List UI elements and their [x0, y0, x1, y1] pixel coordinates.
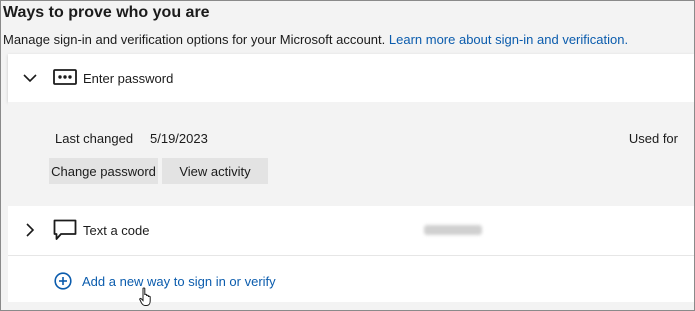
redacted-phone-number — [424, 225, 482, 235]
chevron-down-icon[interactable] — [23, 71, 37, 85]
hand-pointer-cursor-icon — [139, 287, 151, 306]
method-label-password: Enter password — [83, 71, 174, 86]
plus-circle-icon[interactable] — [54, 272, 72, 290]
view-activity-button[interactable]: View activity — [162, 158, 268, 184]
learn-more-link[interactable]: Learn more about sign-in and verificatio… — [389, 32, 628, 47]
page-title: Ways to prove who you are — [3, 4, 210, 21]
account-security-panel: Ways to prove who you are Manage sign-in… — [0, 0, 695, 311]
password-details-panel: Last changed 5/19/2023 Used for Change p… — [8, 102, 694, 204]
password-dots-icon — [53, 69, 77, 85]
method-row-text-code[interactable]: Text a code — [8, 206, 694, 256]
used-for-label: Used for — [628, 131, 678, 146]
bottom-divider — [8, 302, 694, 310]
chevron-right-icon[interactable] — [23, 223, 37, 237]
chat-message-icon — [53, 219, 77, 240]
subtitle-text: Manage sign-in and verification options … — [3, 32, 386, 47]
last-changed-value: 5/19/2023 — [150, 131, 208, 146]
add-method-row[interactable]: Add a new way to sign in or verify — [8, 256, 694, 302]
page-subtitle: Manage sign-in and verification options … — [3, 32, 628, 47]
last-changed-label: Last changed — [55, 131, 134, 146]
add-method-link[interactable]: Add a new way to sign in or verify — [82, 274, 276, 289]
method-row-password[interactable]: Enter password — [8, 54, 694, 102]
change-password-button[interactable]: Change password — [49, 158, 158, 184]
method-label-text-code: Text a code — [83, 223, 150, 238]
